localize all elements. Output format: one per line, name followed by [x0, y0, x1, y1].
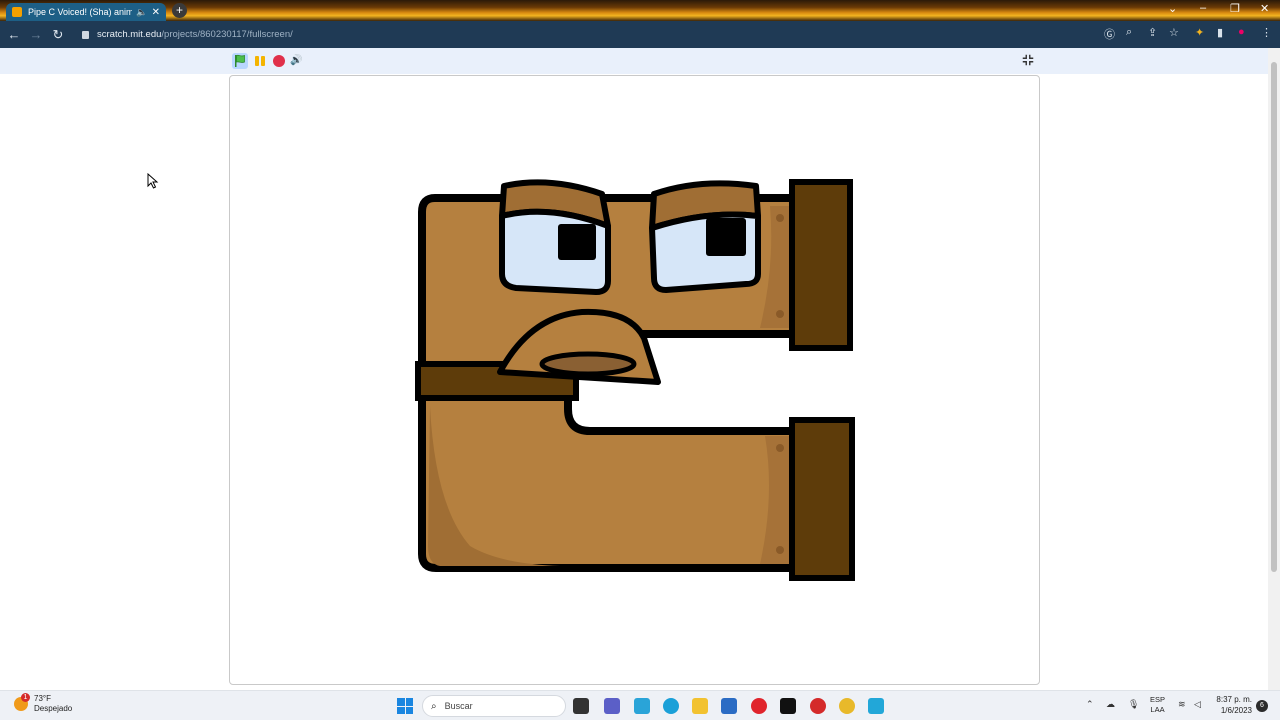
tab-title: Pipe C Voiced! (Sha) animat... [28, 7, 133, 17]
exit-fullscreen-button[interactable] [1020, 53, 1036, 69]
edge-browser-icon[interactable] [663, 698, 679, 714]
stage-controls-bar: 🔊 [0, 48, 1268, 74]
adobe-app-icon[interactable] [780, 698, 796, 714]
weather-badge: 1 [21, 693, 30, 702]
back-icon[interactable]: ← [3, 27, 25, 42]
app-icon-red[interactable] [810, 698, 826, 714]
scrollbar-thumb[interactable] [1271, 62, 1277, 572]
mouse-cursor-icon [147, 173, 159, 189]
url-text: scratch.mit.edu/projects/860230117/fulls… [97, 29, 293, 40]
scratch-favicon-icon [12, 7, 22, 17]
windows-logo-icon [397, 698, 405, 706]
left-pupil [558, 224, 596, 260]
address-bar[interactable]: scratch.mit.edu/projects/860230117/fulls… [76, 25, 1216, 44]
notification-badge[interactable]: 6 [1256, 700, 1268, 712]
browser-toolbar: ← → ↻ scratch.mit.edu/projects/860230117… [0, 21, 1280, 48]
zoom-icon[interactable]: ⌕ [1126, 26, 1132, 39]
stop-button[interactable] [271, 53, 287, 69]
rivet [776, 546, 784, 554]
bookmark-star-icon[interactable]: ☆ [1169, 26, 1179, 39]
search-icon: ⌕ [431, 700, 437, 712]
weather-sun-icon: 1 [14, 693, 30, 711]
onedrive-icon[interactable]: ☁ [1106, 699, 1115, 710]
microphone-icon[interactable]: 🎙 [1128, 699, 1139, 710]
project-stage[interactable] [229, 75, 1040, 685]
weather-temp: 73°F [34, 694, 51, 703]
opera-icon[interactable] [751, 698, 767, 714]
side-panel-icon[interactable]: ▮ [1217, 26, 1223, 39]
forward-icon[interactable]: → [25, 27, 47, 42]
file-explorer-icon[interactable] [692, 698, 708, 714]
rivet [776, 310, 784, 318]
scratch-page: 🔊 [0, 48, 1268, 690]
extensions-icon[interactable]: ✦ [1195, 26, 1204, 39]
pipe-c-character [415, 179, 855, 581]
share-icon[interactable]: ⇪ [1148, 26, 1157, 39]
show-hidden-icons-icon[interactable]: ⌃ [1086, 699, 1094, 710]
restore-icon[interactable]: ❐ [1230, 2, 1240, 15]
reload-icon[interactable]: ↻ [47, 27, 69, 43]
page-scrollbar[interactable] [1268, 48, 1280, 690]
tab-search-icon[interactable]: ⌄ [1168, 2, 1177, 15]
green-flag-button[interactable] [232, 53, 248, 69]
new-tab-button[interactable]: + [172, 3, 187, 18]
pause-icon [255, 56, 265, 66]
taskbar-clock[interactable]: 8:37 p. m. 1/6/2023 [1214, 694, 1252, 716]
language-indicator[interactable]: ESP LAA [1150, 695, 1165, 715]
stop-sign-icon [273, 55, 285, 67]
mouth-opening [539, 351, 637, 377]
clock-time: 8:37 p. m. [1216, 695, 1252, 704]
volume-icon[interactable]: ◁ [1194, 699, 1201, 710]
google-icon[interactable]: Ⓖ [1104, 26, 1115, 42]
pipe-cap-bottom [789, 417, 855, 581]
sound-icon[interactable]: 🔊 [290, 53, 306, 69]
pipe-cap-top [789, 179, 853, 351]
tab-close-icon[interactable]: ✕ [152, 7, 160, 18]
chrome-icon[interactable] [839, 698, 855, 714]
rivet [776, 444, 784, 452]
tab-strip: Pipe C Voiced! (Sha) animat... 🔈 ✕ + ⌄ –… [0, 0, 1280, 21]
app-icon-blue[interactable] [868, 698, 884, 714]
pause-button[interactable] [252, 53, 268, 69]
lock-icon [82, 30, 89, 39]
right-pupil [706, 218, 746, 256]
weather-desc: Despejado [34, 704, 73, 713]
taskbar-search[interactable]: ⌕ Buscar [422, 695, 566, 717]
task-view-icon[interactable] [573, 698, 589, 714]
rivet [776, 214, 784, 222]
search-placeholder: Buscar [444, 701, 473, 711]
speaker-icon[interactable]: 🔈 [136, 7, 147, 18]
weather-widget[interactable]: 1 73°F Despejado [14, 693, 73, 714]
app-icon[interactable] [634, 698, 650, 714]
start-button[interactable] [397, 698, 413, 714]
green-flag-icon [235, 54, 245, 67]
clock-date: 1/6/2023 [1220, 706, 1252, 715]
microsoft-store-icon[interactable] [721, 698, 737, 714]
window-close-icon[interactable]: ✕ [1260, 2, 1269, 15]
exit-fullscreen-icon [1022, 54, 1034, 66]
menu-kebab-icon[interactable]: ⋮ [1261, 26, 1272, 39]
profile-avatar-icon[interactable]: ● [1238, 26, 1245, 38]
teams-chat-icon[interactable] [604, 698, 620, 714]
wifi-icon[interactable]: ≋ [1178, 699, 1186, 710]
taskbar: 1 73°F Despejado ⌕ Buscar ⌃ ☁ 🎙 ESP LAA … [0, 690, 1280, 720]
browser-tab[interactable]: Pipe C Voiced! (Sha) animat... 🔈 ✕ [6, 3, 166, 21]
minimize-icon[interactable]: – [1200, 2, 1206, 14]
